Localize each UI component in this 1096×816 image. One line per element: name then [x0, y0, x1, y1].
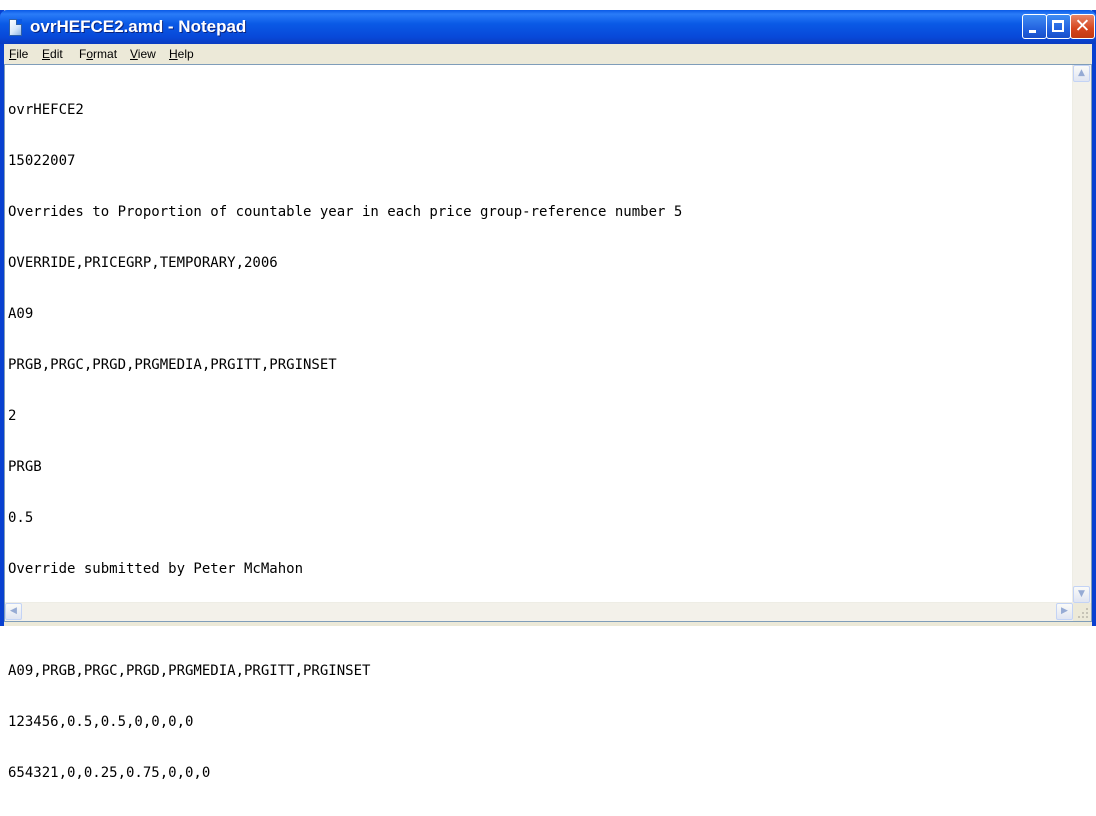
document-line: 15022007 — [8, 153, 76, 169]
document-line: 2 — [8, 408, 17, 424]
text-editor[interactable]: ovrHEFCE2 15022007 Overrides to Proporti… — [4, 64, 1092, 781]
menu-file-label: ile — [16, 47, 29, 61]
title-bar[interactable]: ovrHEFCE2.amd - Notepad ✕ — [0, 10, 1096, 44]
document-line: OVERRIDE,PRICEGRP,TEMPORARY,2006 — [8, 255, 278, 271]
window-title: ovrHEFCE2.amd - Notepad — [30, 17, 247, 36]
scroll-down-button[interactable]: ▼ — [1073, 586, 1090, 603]
arrow-right-icon: ▶ — [1061, 606, 1068, 616]
arrow-down-icon: ▼ — [1078, 589, 1085, 599]
close-icon: ✕ — [1074, 15, 1091, 37]
vertical-scrollbar[interactable]: ▲ ▼ — [1072, 65, 1091, 603]
document-text[interactable]: ovrHEFCE2 15022007 Overrides to Proporti… — [6, 66, 1072, 781]
horizontal-scrollbar[interactable]: ◀ ▶ — [5, 602, 1073, 621]
menu-view-mnemonic: V — [130, 47, 138, 61]
grip-dot — [1082, 612, 1084, 614]
document-line: A09,PRGB,PRGC,PRGD,PRGMEDIA,PRGITT,PRGIN… — [8, 663, 371, 679]
document-line: A09 — [8, 306, 34, 322]
grip-dot — [1086, 608, 1088, 610]
document-line: 654321,0,0.25,0.75,0,0,0 — [8, 765, 211, 781]
minimize-button[interactable] — [1022, 14, 1047, 39]
grip-dot — [1082, 616, 1084, 618]
document-line: Override submitted by Peter McMahon — [8, 561, 304, 577]
menu-bar: File Edit Format View Help — [4, 44, 1092, 64]
menu-format[interactable]: Format — [79, 47, 117, 61]
menu-help[interactable]: Help — [169, 47, 194, 61]
scroll-left-button[interactable]: ◀ — [5, 603, 22, 620]
menu-edit-label: dit — [50, 47, 63, 61]
maximize-button[interactable] — [1046, 14, 1071, 39]
menu-help-label: elp — [177, 47, 194, 61]
close-button[interactable]: ✕ — [1070, 14, 1095, 39]
document-line: PRGB,PRGC,PRGD,PRGMEDIA,PRGITT,PRGINSET — [8, 357, 337, 373]
menu-edit-mnemonic: E — [42, 47, 51, 61]
menu-file[interactable]: File — [9, 47, 28, 61]
menu-view[interactable]: View — [130, 47, 156, 61]
scroll-right-button[interactable]: ▶ — [1056, 603, 1073, 620]
scroll-up-button[interactable]: ▲ — [1073, 65, 1090, 82]
grip-dot — [1086, 612, 1088, 614]
resize-grip-icon[interactable] — [1073, 603, 1091, 621]
document-line: 0.5 — [8, 510, 34, 526]
grip-dot — [1078, 616, 1080, 618]
document-line: Overrides to Proportion of countable yea… — [8, 204, 683, 220]
menu-help-mnemonic: H — [169, 47, 178, 61]
menu-edit[interactable]: Edit — [42, 47, 63, 61]
document-line: PRGB — [8, 459, 42, 475]
menu-format-label: rmat — [93, 47, 118, 61]
notepad-window: ovrHEFCE2.amd - Notepad ✕ File Edit Form… — [0, 10, 1096, 781]
menu-view-label: iew — [137, 47, 156, 61]
arrow-left-icon: ◀ — [10, 606, 17, 616]
maximize-icon — [1052, 20, 1064, 32]
arrow-up-icon: ▲ — [1078, 68, 1085, 78]
document-line: ovrHEFCE2 — [8, 102, 84, 118]
document-line: 123456,0.5,0.5,0,0,0,0 — [8, 714, 194, 730]
grip-dot — [1086, 616, 1088, 618]
notepad-document-icon[interactable] — [9, 19, 22, 36]
minimize-icon — [1029, 30, 1036, 33]
